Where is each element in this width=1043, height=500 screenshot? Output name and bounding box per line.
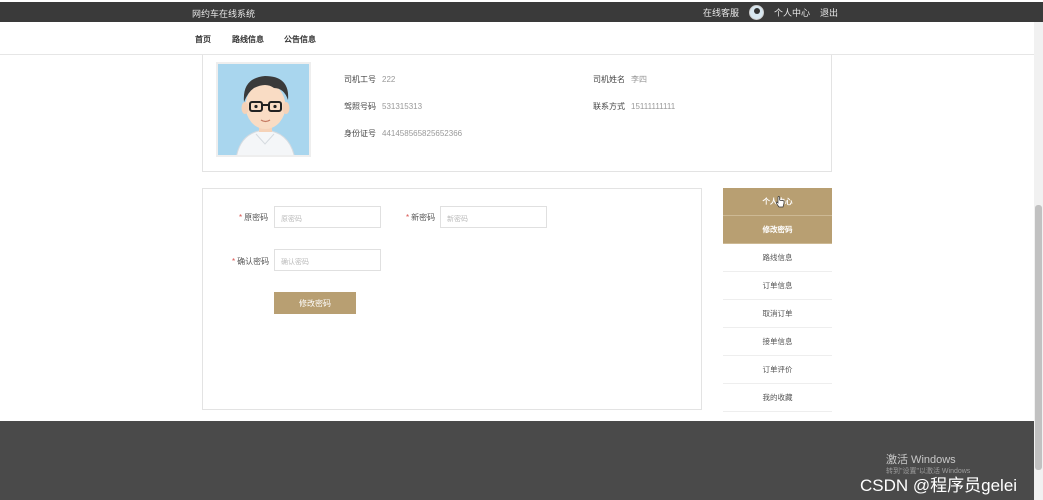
idcard-value: 441458565825652366: [382, 129, 463, 138]
driver-no-label: 司机工号: [344, 75, 376, 84]
driver-name-value: 李四: [631, 75, 647, 84]
license-value: 531315313: [382, 102, 423, 111]
contact-row: 联系方式 15111111111: [593, 101, 675, 112]
side-item-orders[interactable]: 订单信息: [723, 272, 832, 300]
side-item-label: 取消订单: [762, 309, 793, 318]
nav-home[interactable]: 首页: [195, 34, 211, 45]
idcard-row: 身份证号 441458565825652366: [344, 128, 462, 139]
confirm-password-label: * 确认密码: [232, 256, 269, 267]
change-password-button[interactable]: 修改密码: [274, 292, 356, 314]
side-item-cancel-order[interactable]: 取消订单: [723, 300, 832, 328]
side-item-user-center[interactable]: 个人中心: [723, 188, 832, 216]
user-center-link[interactable]: 个人中心: [774, 6, 810, 19]
top-bar-actions: 在线客服 个人中心 退出: [703, 5, 838, 20]
driver-name-row: 司机姓名 李四: [593, 74, 647, 85]
side-item-label: 接单信息: [762, 337, 793, 346]
driver-avatar: [216, 62, 311, 157]
site-title: 网约车在线系统: [192, 9, 256, 19]
page: 网约车在线系统 在线客服 个人中心 退出 首页 路线信息 公告信息 司机工号 2…: [0, 0, 1043, 500]
side-item-label: 订单评价: [762, 365, 793, 374]
side-item-label: 我的收藏: [762, 393, 793, 402]
scrollbar-thumb[interactable]: [1035, 205, 1042, 470]
side-menu: 个人中心 修改密码 路线信息 订单信息 取消订单 接单信息 订单评价 我的收藏: [723, 188, 832, 412]
driver-name-label: 司机姓名: [593, 75, 625, 84]
side-item-favorites[interactable]: 我的收藏: [723, 384, 832, 412]
side-item-label: 订单信息: [762, 281, 793, 290]
hand-cursor-icon: [775, 196, 785, 208]
license-row: 驾照号码 531315313: [344, 101, 422, 112]
side-item-change-password[interactable]: 修改密码: [723, 216, 832, 244]
new-password-label: * 新密码: [406, 212, 435, 223]
side-item-label: 修改密码: [762, 225, 793, 234]
side-item-order-review[interactable]: 订单评价: [723, 356, 832, 384]
old-password-label: * 原密码: [239, 212, 268, 223]
logout-link[interactable]: 退出: [820, 6, 838, 19]
password-form: * 原密码 原密码 * 新密码 新密码 * 确认密码 确认密码 修改密码: [202, 188, 702, 410]
side-item-routes[interactable]: 路线信息: [723, 244, 832, 272]
top-bar: 网约车在线系统 在线客服 个人中心 退出: [0, 2, 1043, 22]
idcard-label: 身份证号: [344, 129, 376, 138]
confirm-password-input[interactable]: 确认密码: [274, 249, 381, 271]
driver-no-row: 司机工号 222: [344, 74, 395, 85]
profile-card: 司机工号 222 司机姓名 李四 驾照号码 531315313 联系方式 1511111…: [202, 55, 832, 172]
nav-routes[interactable]: 路线信息: [232, 34, 264, 45]
side-item-accepted-orders[interactable]: 接单信息: [723, 328, 832, 356]
old-password-label-text: 原密码: [244, 213, 269, 222]
new-password-input[interactable]: 新密码: [440, 206, 547, 228]
old-password-input[interactable]: 原密码: [274, 206, 381, 228]
required-mark: *: [239, 213, 243, 222]
license-label: 驾照号码: [344, 102, 376, 111]
side-item-label: 路线信息: [762, 253, 793, 262]
confirm-password-label-text: 确认密码: [237, 257, 270, 266]
user-avatar-icon[interactable]: [748, 5, 764, 20]
required-mark: *: [406, 213, 410, 222]
activate-windows-watermark: 激活 Windows: [886, 454, 956, 466]
required-mark: *: [232, 257, 236, 266]
contact-value: 15111111111: [631, 102, 676, 111]
driver-no-value: 222: [382, 75, 396, 84]
main-nav: 首页 路线信息 公告信息: [0, 22, 1043, 55]
new-password-label-text: 新密码: [411, 213, 436, 222]
avatar-illustration-icon: [218, 64, 309, 155]
nav-notices[interactable]: 公告信息: [284, 34, 316, 45]
contact-label: 联系方式: [593, 102, 625, 111]
csdn-watermark: CSDN @程序员gelei: [860, 476, 1018, 495]
online-service-link[interactable]: 在线客服: [703, 6, 739, 19]
